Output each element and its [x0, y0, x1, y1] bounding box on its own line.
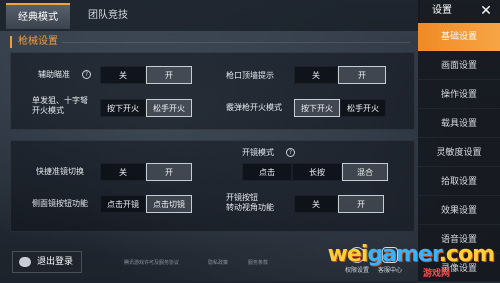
quick-scope-toggle: 关 开	[100, 163, 192, 181]
section-title: 枪械设置	[10, 36, 58, 48]
scope-mode-toggle: 点击 长按 混合	[242, 163, 388, 181]
scope-view-label: 开镜按钮 转动视角功能	[226, 193, 274, 212]
shotgun-fire-toggle: 按下开火 松手开火	[294, 99, 386, 117]
weapon-settings-panel	[10, 52, 415, 130]
muzzle-hint-on[interactable]: 开	[338, 66, 386, 84]
single-fire-release[interactable]: 松手开火	[146, 99, 192, 117]
help-icon[interactable]: ?	[82, 70, 91, 79]
single-fire-press[interactable]: 按下开火	[100, 99, 146, 117]
side-scope-toggle: 点击开镜 点击切镜	[100, 195, 192, 213]
muzzle-hint-label: 枪口顶墙提示	[226, 71, 274, 80]
quick-scope-off[interactable]: 关	[100, 163, 146, 181]
scope-mode-label: 开镜模式	[242, 148, 274, 157]
shotgun-fire-label: 霰弹枪开火模式	[226, 103, 282, 112]
aim-assist-label: 辅助瞄准	[38, 70, 70, 79]
mode-tabs: 经典模式 团队竞技	[0, 0, 420, 31]
sidebar-item-pickup[interactable]: 拾取设置	[418, 168, 500, 196]
help-icon[interactable]: ?	[286, 148, 295, 157]
terms-link[interactable]: 服务条款	[248, 259, 268, 266]
wechat-icon	[19, 257, 31, 267]
scope-mode-hold[interactable]: 长按	[292, 163, 342, 181]
sidebar-item-controls[interactable]: 操作设置	[418, 81, 500, 109]
tab-team-deathmatch[interactable]: 团队竞技	[76, 3, 140, 29]
logout-label: 退出登录	[37, 257, 74, 267]
sidebar-item-sensitivity[interactable]: 灵敏度设置	[418, 139, 500, 167]
sidebar-item-basic[interactable]: 基础设置	[418, 23, 500, 51]
sidebar-item-vehicle[interactable]: 载具设置	[418, 110, 500, 138]
sidebar-title: 设置	[432, 5, 452, 16]
section-divider	[62, 42, 410, 43]
scope-mode-tap[interactable]: 点击	[242, 163, 292, 181]
settings-sidebar: 设置 ✕ 基础设置 画面设置 操作设置 载具设置 灵敏度设置 拾取设置 效果设置…	[418, 0, 500, 283]
aim-assist-off[interactable]: 关	[100, 66, 146, 84]
scope-view-off[interactable]: 关	[294, 195, 338, 213]
permission-label: 权限设置	[344, 267, 369, 274]
shotgun-fire-press[interactable]: 按下开火	[294, 99, 340, 117]
watermark-sub: 游戏网	[422, 269, 450, 279]
logout-button[interactable]: 退出登录	[12, 251, 82, 273]
muzzle-hint-toggle: 关 开	[294, 66, 386, 84]
aim-assist-on[interactable]: 开	[146, 66, 192, 84]
sidebar-item-effects[interactable]: 效果设置	[418, 197, 500, 225]
license-link[interactable]: 腾讯游戏许可及服务协议	[124, 259, 179, 266]
aim-assist-toggle: 关 开	[100, 66, 192, 84]
scope-view-on[interactable]: 开	[338, 195, 384, 213]
quick-scope-on[interactable]: 开	[146, 163, 192, 181]
muzzle-hint-off[interactable]: 关	[294, 66, 338, 84]
scope-mode-mixed[interactable]: 混合	[342, 163, 388, 181]
watermark-logo: weigamer.com	[327, 242, 495, 267]
privacy-link[interactable]: 隐私政策	[208, 259, 228, 266]
scope-settings-panel	[10, 140, 415, 232]
side-scope-open[interactable]: 点击开镜	[100, 195, 146, 213]
close-icon[interactable]: ✕	[476, 2, 496, 20]
sidebar-item-graphics[interactable]: 画面设置	[418, 52, 500, 80]
customer-label: 客服中心	[377, 267, 402, 274]
tab-classic-mode[interactable]: 经典模式	[6, 3, 70, 29]
side-scope-label: 侧面镜按钮功能	[32, 199, 88, 208]
scope-view-toggle: 关 开	[294, 195, 384, 213]
single-fire-label: 单发狙、十字弩 开火模式	[32, 96, 88, 115]
quick-scope-label: 快捷准镜切换	[36, 167, 84, 176]
single-fire-toggle: 按下开火 松手开火	[100, 99, 192, 117]
side-scope-switch[interactable]: 点击切镜	[146, 195, 192, 213]
shotgun-fire-release[interactable]: 松手开火	[340, 99, 386, 117]
